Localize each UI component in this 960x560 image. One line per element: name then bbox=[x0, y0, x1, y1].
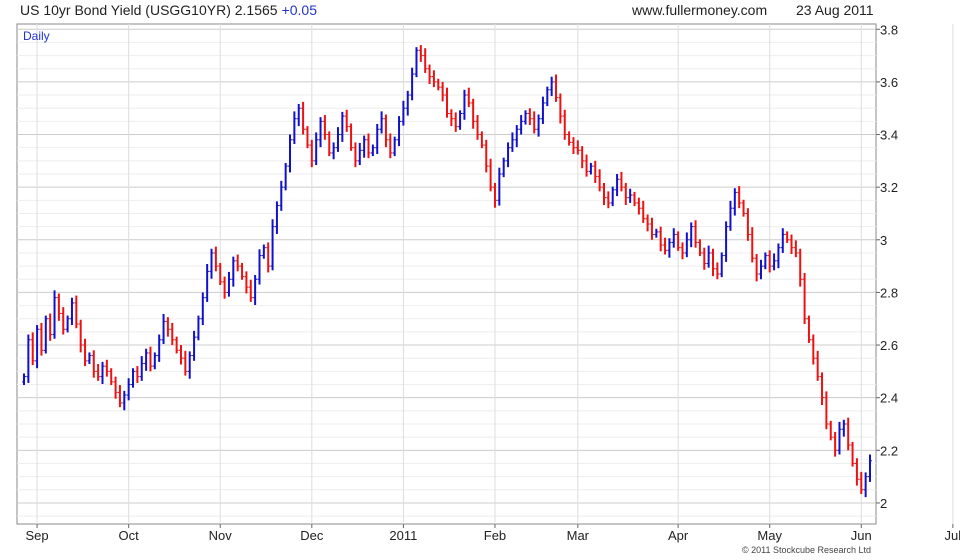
x-tick-label: Oct bbox=[119, 528, 140, 543]
x-tick-label: Sep bbox=[26, 528, 49, 543]
x-tick-label: Feb bbox=[484, 528, 506, 543]
y-axis: 2 2.2 2.4 2.6 2.8 3 3.2 3.4 3.6 3.8 bbox=[876, 22, 898, 511]
y-tick-label: 3.2 bbox=[880, 180, 898, 195]
x-tick-label: Nov bbox=[209, 528, 233, 543]
interval-label: Daily bbox=[23, 29, 50, 43]
x-tick-label: 2011 bbox=[389, 528, 417, 543]
x-tick-label: Mar bbox=[567, 528, 590, 543]
x-axis: SepOctNovDec2011FebMarAprMayJunJulAug bbox=[26, 524, 960, 543]
y-tick-label: 2.8 bbox=[880, 285, 898, 300]
bond-yield-chart: 2 2.2 2.4 2.6 2.8 3 3.2 3.4 3.6 3.8 Sep Oct Nov Dec 2… bbox=[16, 22, 960, 543]
y-tick-label: 2.6 bbox=[880, 338, 898, 353]
copyright-credit: © 2011 Stockcube Research Ltd bbox=[742, 545, 872, 555]
x-tick-label: May bbox=[757, 528, 782, 543]
x-tick-label: Apr bbox=[668, 528, 689, 543]
y-tick-label: 2.2 bbox=[880, 443, 898, 458]
y-tick-label: 3.4 bbox=[880, 128, 898, 143]
x-tick-label: Dec bbox=[300, 528, 324, 543]
y-tick-label: 2 bbox=[880, 496, 887, 511]
y-tick-label: 3 bbox=[880, 233, 887, 248]
x-tick-label: Jun bbox=[851, 528, 872, 543]
y-tick-label: 2.4 bbox=[880, 391, 898, 406]
y-tick-label: 3.6 bbox=[880, 75, 898, 90]
x-tick-label: Jul bbox=[945, 528, 960, 543]
y-tick-label: 3.8 bbox=[880, 22, 898, 37]
